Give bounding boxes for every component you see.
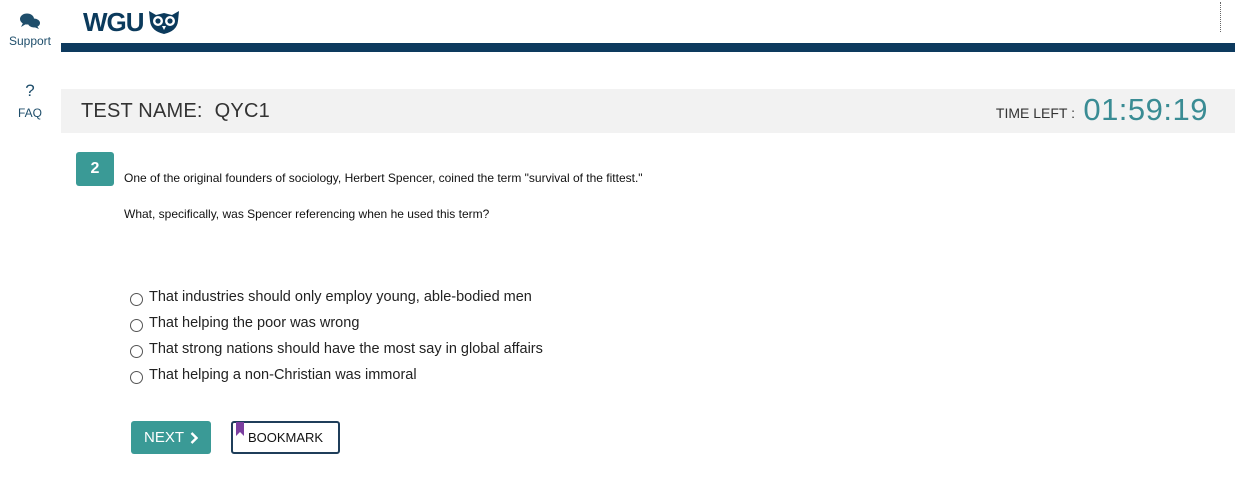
test-name-value: QYC1 xyxy=(214,100,270,122)
owl-icon xyxy=(148,11,179,34)
answer-option-4[interactable]: That helping a non-Christian was immoral xyxy=(130,366,543,392)
radio-button[interactable] xyxy=(130,371,143,384)
answer-option-1[interactable]: That industries should only employ young… xyxy=(130,288,543,314)
left-rail: Support ? FAQ xyxy=(0,0,60,495)
chat-bubbles-icon xyxy=(20,13,40,29)
answer-option-2[interactable]: That helping the poor was wrong xyxy=(130,314,543,340)
question-stem: One of the original founders of sociolog… xyxy=(124,171,643,185)
next-button-label: NEXT xyxy=(143,429,184,446)
question-prompt: What, specifically, was Spencer referenc… xyxy=(124,207,490,221)
support-link[interactable]: Support xyxy=(0,12,60,48)
answer-option-label: That strong nations should have the most… xyxy=(149,341,543,357)
top-header: WGU xyxy=(61,0,1235,52)
bookmark-flag-icon xyxy=(236,422,244,436)
faq-label: FAQ xyxy=(17,106,42,120)
logo-text: WGU xyxy=(83,6,145,37)
time-left-value: 01:59:19 xyxy=(1083,92,1208,127)
chevron-right-icon xyxy=(190,431,198,444)
answer-options: That industries should only employ young… xyxy=(130,288,543,392)
question-mark-icon: ? xyxy=(25,81,35,100)
header-bar xyxy=(61,43,1235,52)
question-number-badge: 2 xyxy=(76,152,114,186)
test-name-label: TEST NAME: xyxy=(81,100,203,122)
header-divider xyxy=(1220,2,1221,32)
answer-option-label: That helping the poor was wrong xyxy=(149,315,360,331)
answer-option-label: That industries should only employ young… xyxy=(149,289,532,305)
test-info-bar: TEST NAME: QYC1 TIME LEFT : 01:59:19 xyxy=(61,89,1235,133)
time-left-label: TIME LEFT : xyxy=(995,105,1075,121)
test-name: TEST NAME: QYC1 xyxy=(81,100,270,123)
bookmark-button[interactable]: BOOKMARK xyxy=(231,421,340,454)
faq-link[interactable]: ? FAQ xyxy=(0,81,60,121)
answer-option-label: That helping a non-Christian was immoral xyxy=(149,367,417,383)
answer-option-3[interactable]: That strong nations should have the most… xyxy=(130,340,543,366)
wgu-logo[interactable]: WGU xyxy=(83,7,181,37)
radio-button[interactable] xyxy=(130,319,143,332)
exam-page: Support ? FAQ WGU TEST NAME:QYC1 TIME L xyxy=(0,0,1235,495)
radio-button[interactable] xyxy=(130,345,143,358)
next-button[interactable]: NEXT xyxy=(131,421,211,454)
support-label: Support xyxy=(8,34,52,48)
radio-button[interactable] xyxy=(130,293,143,306)
bookmark-button-label: BOOKMARK xyxy=(247,430,324,445)
